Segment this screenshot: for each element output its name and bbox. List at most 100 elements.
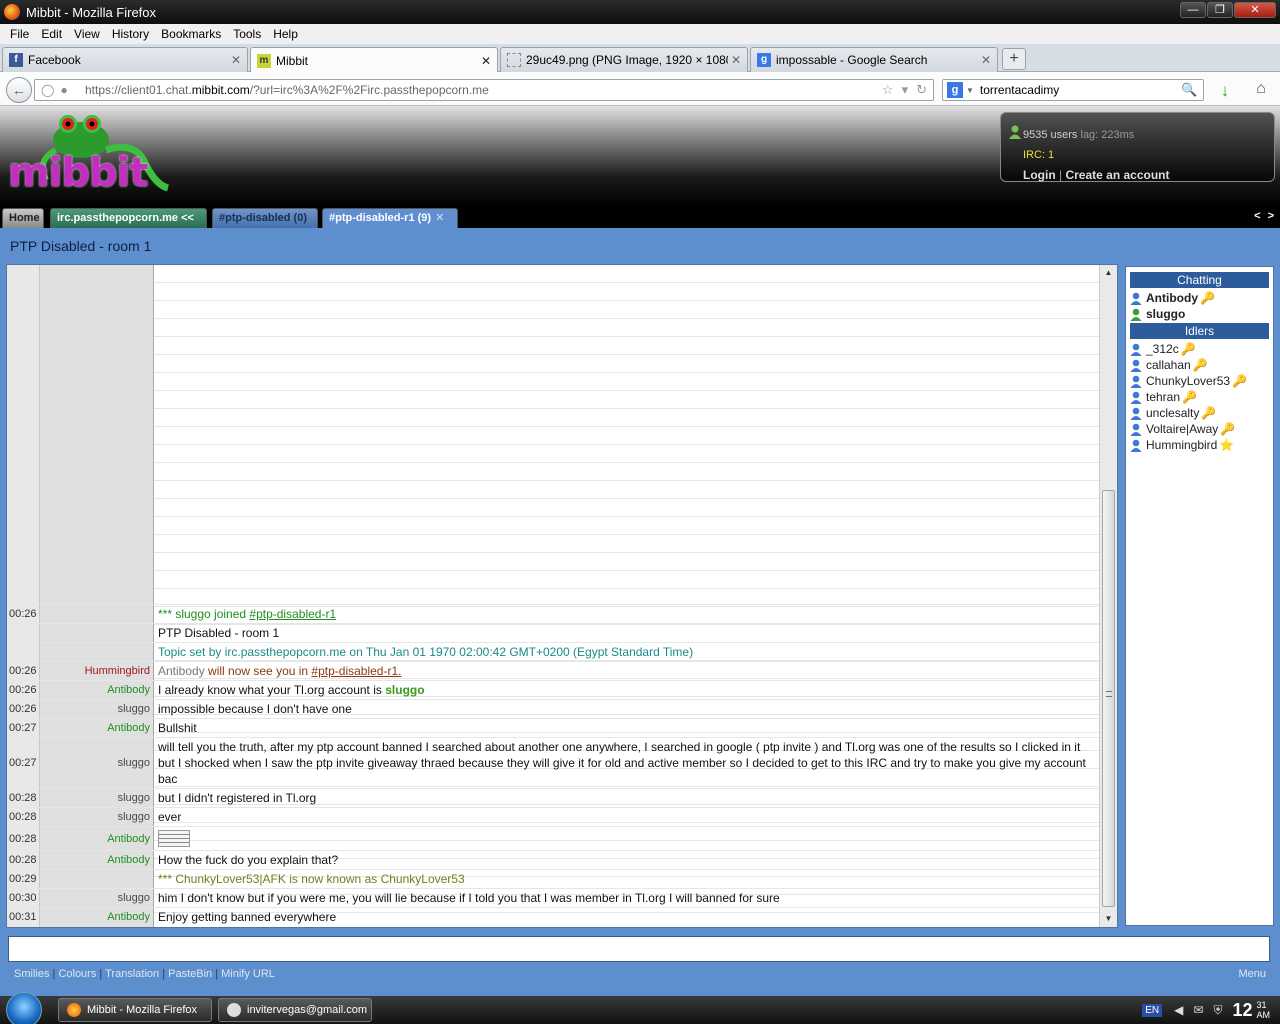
user-list-item[interactable]: _312c 🔑 xyxy=(1130,341,1269,357)
menu-file[interactable]: File xyxy=(4,27,35,41)
user-list-item[interactable]: sluggo xyxy=(1130,306,1269,322)
channel-link[interactable]: #ptp-disabled-r1. xyxy=(311,664,401,678)
shield-icon[interactable]: ◯ xyxy=(41,83,54,97)
mibbit-header: mibbit 9535 users lag: 223ms IRC: 1 Logi… xyxy=(0,106,1280,206)
menu-history[interactable]: History xyxy=(106,27,155,41)
download-icon[interactable]: ↓ xyxy=(1215,81,1235,100)
tray-expand-icon[interactable]: ◀ xyxy=(1174,1003,1183,1017)
user-list-item[interactable]: Hummingbird ⭐ xyxy=(1130,437,1269,453)
message-fragment: *** sluggo joined xyxy=(158,607,250,621)
system-tray: EN ◀ ✉ ⛨ 12 31 AM xyxy=(1142,996,1280,1024)
menu-bookmarks[interactable]: Bookmarks xyxy=(155,27,227,41)
menu-edit[interactable]: Edit xyxy=(35,27,68,41)
security-shield-icon[interactable]: ⛨ xyxy=(1213,1003,1222,1018)
colours-link[interactable]: Colours xyxy=(58,968,96,980)
message-nick[interactable]: sluggo xyxy=(40,808,154,826)
message-nick[interactable]: Antibody xyxy=(40,851,154,869)
browser-tab-mibbit[interactable]: m Mibbit ✕ xyxy=(250,47,498,73)
language-indicator[interactable]: EN xyxy=(1142,1003,1163,1017)
home-icon[interactable]: ⌂ xyxy=(1250,80,1272,98)
tab-ptp-disabled[interactable]: #ptp-disabled (0) xyxy=(212,208,318,228)
message-fragment: will tell you the truth, after my ptp ac… xyxy=(158,740,1086,786)
scroll-down-icon[interactable]: ▼ xyxy=(1100,911,1117,927)
create-account-link[interactable]: Create an account xyxy=(1065,168,1169,182)
close-tab-icon[interactable]: ✕ xyxy=(478,54,494,68)
tab-server[interactable]: irc.passthepopcorn.me << xyxy=(50,208,207,228)
close-tab-icon[interactable]: ✕ xyxy=(978,53,994,67)
browser-tab-google[interactable]: g impossable - Google Search ✕ xyxy=(750,47,998,72)
message-nick[interactable]: Antibody xyxy=(40,827,154,850)
user-icon xyxy=(1130,359,1142,372)
minify-url-link[interactable]: Minify URL xyxy=(221,968,275,980)
pastebin-link[interactable]: PasteBin xyxy=(168,968,212,980)
browser-tab-label: 29uc49.png (PNG Image, 1920 × 1080 pi... xyxy=(526,53,728,67)
user-list-item[interactable]: callahan 🔑 xyxy=(1130,357,1269,373)
browser-tab-facebook[interactable]: f Facebook ✕ xyxy=(2,47,248,72)
close-tab-icon[interactable]: ✕ xyxy=(728,53,744,67)
login-link[interactable]: Login xyxy=(1023,168,1056,182)
message-input-box[interactable] xyxy=(8,936,1270,962)
dropdown-arrow-icon[interactable]: ▾ xyxy=(902,82,909,98)
message-nick[interactable]: Antibody xyxy=(40,681,154,699)
action-center-icon[interactable]: ✉ xyxy=(1193,1003,1203,1017)
chat-scrollbar[interactable]: ▲ ▼ xyxy=(1099,265,1117,927)
bookmark-star-icon[interactable]: ☆ xyxy=(882,82,894,98)
url-bar[interactable]: ◯ ● https://client01.chat.mibbit.com/?ur… xyxy=(34,79,934,101)
user-list-item[interactable]: ChunkyLover53 🔑 xyxy=(1130,373,1269,389)
menu-help[interactable]: Help xyxy=(267,27,304,41)
clock-minutes[interactable]: 31 AM xyxy=(1257,1000,1271,1020)
user-list-item[interactable]: Voltaire|Away 🔑 xyxy=(1130,421,1269,437)
message-nick[interactable]: Antibody xyxy=(40,719,154,737)
close-channel-icon[interactable]: ✕ xyxy=(435,212,444,224)
taskbar-firefox[interactable]: Mibbit - Mozilla Firefox xyxy=(58,998,212,1022)
chat-log[interactable]: 00:26 *** sluggo joined #ptp-disabled-r1 P… xyxy=(6,264,1118,928)
user-list-item[interactable]: tehran 🔑 xyxy=(1130,389,1269,405)
channel-link[interactable]: #ptp-disabled-r1 xyxy=(249,607,336,621)
message-text: Antibody will now see you in #ptp-disabl… xyxy=(154,662,1101,680)
engine-dropdown-icon[interactable]: ▼ xyxy=(966,86,974,95)
chatting-header: Chatting xyxy=(1130,272,1269,288)
close-window-button[interactable]: ✕ xyxy=(1234,2,1276,18)
taskbar-chat[interactable]: invitervegas@gmail.com xyxy=(218,998,372,1022)
minimize-button[interactable]: — xyxy=(1180,2,1206,18)
message-nick[interactable]: Hummingbird xyxy=(40,662,154,680)
search-bar[interactable]: g ▼ 🔍 xyxy=(942,79,1204,101)
message-fragment: sluggo xyxy=(385,683,425,697)
tab-scroll-arrows[interactable]: < > xyxy=(1254,210,1276,222)
reload-icon[interactable]: ↻ xyxy=(916,82,927,98)
tab-ptp-disabled-r1[interactable]: #ptp-disabled-r1 (9) ✕ xyxy=(322,208,458,228)
close-tab-icon[interactable]: ✕ xyxy=(228,53,244,67)
scroll-up-icon[interactable]: ▲ xyxy=(1100,265,1117,281)
message-nick[interactable]: sluggo xyxy=(40,889,154,907)
globe-icon[interactable]: ● xyxy=(60,83,67,97)
browser-tab-image[interactable]: 29uc49.png (PNG Image, 1920 × 1080 pi...… xyxy=(500,47,748,72)
smilies-link[interactable]: Smilies xyxy=(14,968,49,980)
user-list-item[interactable]: unclesalty 🔑 xyxy=(1130,405,1269,421)
scrollbar-thumb[interactable] xyxy=(1102,490,1115,907)
message-input[interactable] xyxy=(9,937,1269,961)
message-nick[interactable]: Antibody xyxy=(40,908,154,926)
maximize-button[interactable]: ❐ xyxy=(1207,2,1233,18)
url-identity: ◯ ● xyxy=(35,83,85,97)
message-nick[interactable]: sluggo xyxy=(40,789,154,807)
menu-view[interactable]: View xyxy=(68,27,106,41)
new-tab-button[interactable]: + xyxy=(1002,48,1026,70)
start-button[interactable] xyxy=(6,992,42,1024)
clock-hour[interactable]: 12 xyxy=(1232,1000,1252,1021)
image-thumbnail[interactable] xyxy=(158,830,190,847)
menu-link[interactable]: Menu xyxy=(1238,968,1266,980)
message-body xyxy=(158,828,190,849)
message-nick[interactable]: sluggo xyxy=(40,700,154,718)
menu-tools[interactable]: Tools xyxy=(227,27,267,41)
user-list-item[interactable]: Antibody 🔑 xyxy=(1130,290,1269,306)
tab-home[interactable]: Home xyxy=(2,208,44,228)
message-nick[interactable]: sluggo xyxy=(40,738,154,788)
url-text[interactable]: https://client01.chat.mibbit.com/?url=ir… xyxy=(85,83,882,97)
back-button[interactable]: ← xyxy=(6,77,32,103)
user-name: Hummingbird xyxy=(1146,438,1218,452)
search-input[interactable] xyxy=(979,83,1181,97)
search-icon[interactable]: 🔍 xyxy=(1181,82,1203,98)
google-search-engine-icon[interactable]: g xyxy=(947,82,963,98)
chat-message-row: 00:26 sluggo impossible because I don't ha… xyxy=(7,699,1101,718)
translation-link[interactable]: Translation xyxy=(105,968,159,980)
